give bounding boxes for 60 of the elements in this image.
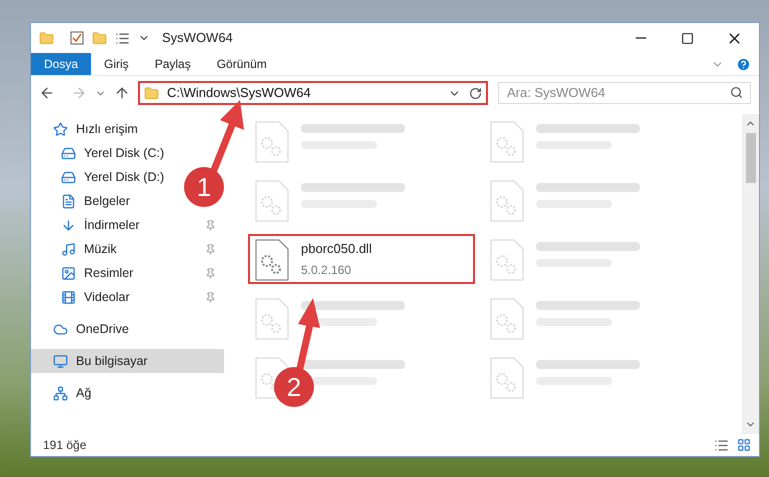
- sidebar-item[interactable]: Belgeler: [31, 189, 138, 213]
- checklist-icon[interactable]: [70, 31, 84, 45]
- star-icon: [53, 122, 68, 136]
- ribbon-tab[interactable]: Görünüm: [204, 53, 280, 75]
- drive-icon: [61, 146, 76, 160]
- sidebar-item[interactable]: Hızlı erişim: [31, 117, 146, 141]
- arrow: [208, 100, 244, 172]
- sidebar-item[interactable]: Yerel Disk (D:): [31, 165, 172, 189]
- sidebar-item[interactable]: Müzik: [31, 237, 224, 261]
- document-icon: [61, 194, 76, 208]
- help-icon[interactable]: [736, 56, 751, 72]
- file-gears-icon: [255, 298, 289, 340]
- folder-icon: [144, 86, 159, 100]
- back-icon[interactable]: [39, 85, 55, 101]
- search-icon: [730, 86, 743, 99]
- sidebar-item[interactable]: Resimler: [31, 261, 224, 285]
- scrollbar[interactable]: [742, 114, 759, 434]
- pin-icon[interactable]: [205, 268, 216, 278]
- sidebar-item[interactable]: Videolar: [31, 285, 224, 309]
- pin-icon[interactable]: [205, 244, 216, 254]
- file-gears-icon: [255, 180, 289, 222]
- maximize-icon[interactable]: [681, 32, 694, 44]
- file-gears-icon: [255, 121, 289, 163]
- sidebar-item[interactable]: İndirmeler: [31, 213, 224, 237]
- file-name: pborc050.dll: [301, 240, 372, 258]
- ribbon-tab[interactable]: Dosya: [31, 53, 92, 75]
- monitor-icon: [53, 354, 68, 368]
- ribbon-tab[interactable]: Giriş: [91, 53, 142, 75]
- file-gears-icon: [255, 239, 289, 281]
- cloud-icon: [53, 322, 68, 336]
- file-gears-icon: [490, 239, 524, 281]
- sidebar-item[interactable]: Ağ: [31, 381, 100, 405]
- network-icon: [53, 386, 68, 400]
- scroll-thumb[interactable]: [746, 133, 756, 183]
- window-title: SysWOW64: [162, 29, 233, 48]
- item-count: 191 öğe: [43, 437, 86, 454]
- file-detail: 5.0.2.160: [301, 262, 352, 278]
- file-gears-icon: [490, 121, 524, 163]
- pin-icon[interactable]: [205, 292, 216, 302]
- film-icon: [61, 290, 76, 304]
- sidebar-item[interactable]: Yerel Disk (C:): [31, 141, 172, 165]
- picture-icon: [61, 266, 76, 280]
- file-gears-icon: [490, 298, 524, 340]
- sidebar-item[interactable]: Bu bilgisayar: [31, 349, 224, 373]
- music-note-icon: [61, 242, 76, 256]
- file-gears-icon: [490, 357, 524, 399]
- file-gears-icon: [490, 180, 524, 222]
- sidebar-item[interactable]: OneDrive: [31, 317, 137, 341]
- up-icon[interactable]: [114, 85, 130, 101]
- ribbon-tab[interactable]: Paylaş: [142, 53, 204, 75]
- details-view-icon[interactable]: [714, 438, 729, 452]
- refresh-icon[interactable]: [469, 86, 482, 100]
- search-field[interactable]: Ara: SysWOW64: [498, 82, 751, 104]
- properties-icon[interactable]: [115, 30, 130, 46]
- drive-icon: [61, 170, 76, 184]
- large-icons-view-icon[interactable]: [737, 438, 751, 452]
- address-field[interactable]: C:\Windows\SysWOW64: [138, 81, 488, 105]
- download-arrow-icon: [61, 218, 76, 232]
- pin-icon[interactable]: [205, 220, 216, 230]
- arrow: [294, 298, 320, 370]
